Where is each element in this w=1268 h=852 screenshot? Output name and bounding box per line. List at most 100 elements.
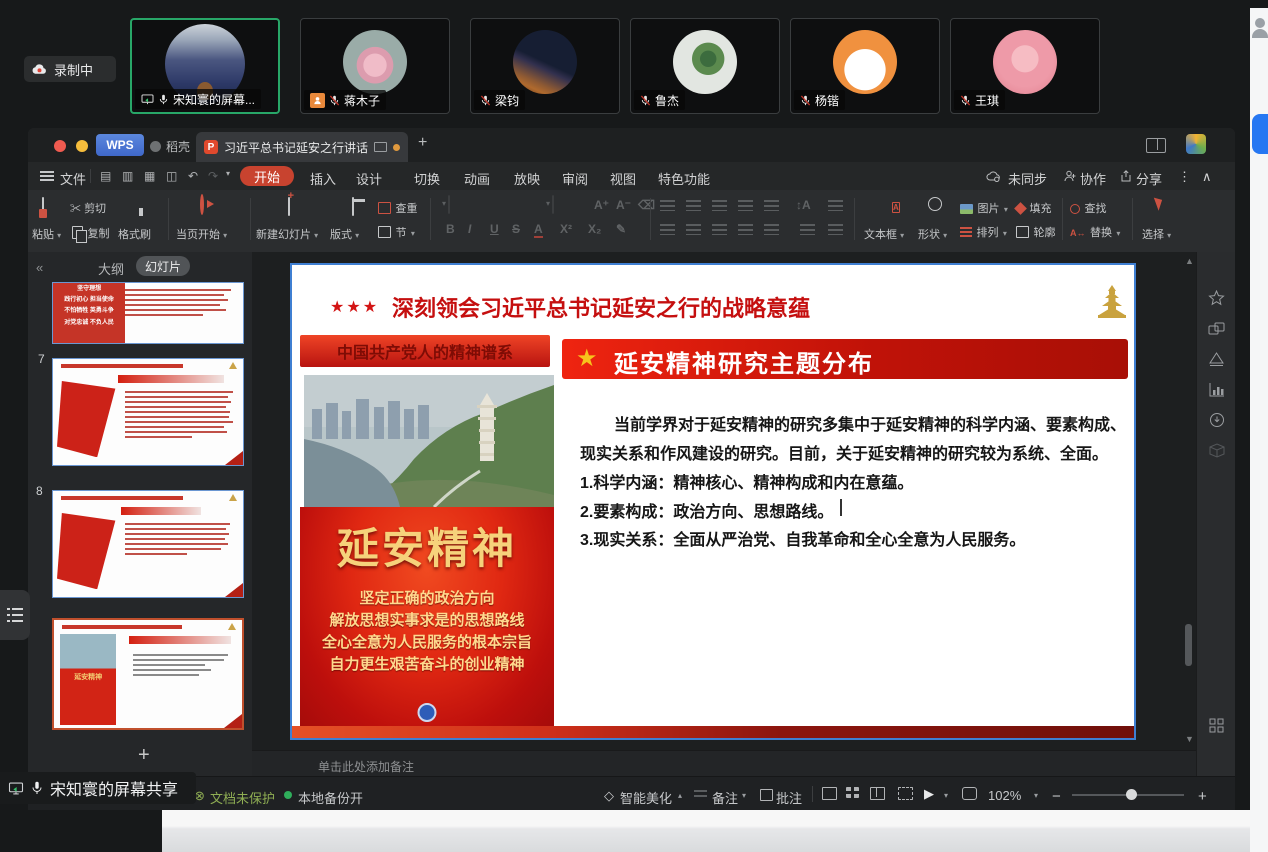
slideshow-play-button[interactable]: ▶: [924, 786, 934, 802]
increase-indent-icon[interactable]: [738, 200, 753, 211]
save-icon[interactable]: ▤: [100, 169, 111, 183]
protect-status[interactable]: 文档未保护: [210, 788, 275, 807]
participant-tile[interactable]: 梁钧: [470, 18, 620, 114]
cut-button[interactable]: ✂ 剪切: [70, 200, 106, 216]
download-tool-icon[interactable]: [1209, 412, 1225, 428]
italic-button[interactable]: I: [468, 222, 471, 236]
select-icon[interactable]: [1154, 195, 1165, 211]
view-read-icon[interactable]: [870, 787, 885, 800]
align-left-icon[interactable]: [660, 224, 675, 235]
redo-icon[interactable]: ↷: [208, 169, 218, 183]
font-color-button[interactable]: A: [534, 222, 543, 238]
layout-button[interactable]: 版式 ▾: [330, 226, 359, 242]
increase-font-icon[interactable]: A⁺: [594, 198, 609, 212]
participant-tile[interactable]: 杨锴: [790, 18, 940, 114]
tab-slideshow[interactable]: 放映: [514, 169, 540, 188]
window-split-icon[interactable]: [1146, 138, 1166, 153]
backup-status[interactable]: 本地备份开: [298, 788, 363, 807]
chart-tool-icon[interactable]: [1209, 382, 1225, 397]
tab-view[interactable]: 视图: [610, 169, 636, 188]
notes-toggle-icon[interactable]: [694, 790, 707, 800]
play-from-current-icon[interactable]: [200, 194, 204, 215]
decrease-indent-icon[interactable]: [712, 200, 727, 211]
main-menu-icon[interactable]: [40, 171, 54, 181]
play-caret-icon[interactable]: ▾: [944, 791, 948, 800]
effects-star-icon[interactable]: [1208, 290, 1225, 307]
tab-animation[interactable]: 动画: [464, 169, 490, 188]
tab-design[interactable]: 设计: [356, 169, 382, 188]
materials-icon[interactable]: [1208, 352, 1225, 367]
comment-icon[interactable]: [760, 789, 773, 801]
more-menu-icon[interactable]: ⋮: [1178, 169, 1191, 185]
collaborate-icon[interactable]: [1064, 170, 1076, 182]
textbox-button[interactable]: 文本框 ▾: [864, 226, 904, 242]
panel-pull-tab[interactable]: [1252, 114, 1268, 154]
cloud-sync-icon[interactable]: [986, 170, 1000, 182]
close-window-button[interactable]: [54, 140, 66, 152]
picture-button[interactable]: 图片 ▾: [960, 199, 1008, 217]
tab-docer[interactable]: 稻壳: [150, 135, 190, 157]
slide-thumbnail-partial[interactable]: 坚守理想 践行初心 担当使命 不怕牺牲 英勇斗争 对党忠诚 不负人民: [52, 282, 244, 344]
vertical-align-icon[interactable]: [800, 224, 815, 235]
resources-box-icon[interactable]: [1209, 443, 1225, 458]
quickbar-caret-icon[interactable]: ▾: [226, 169, 230, 178]
participant-tile-active[interactable]: 宋知寰的屏幕...: [130, 18, 280, 114]
view-sorter-icon[interactable]: [846, 787, 859, 798]
layout-icon[interactable]: [352, 197, 354, 216]
numbered-list-icon[interactable]: [686, 200, 701, 211]
sync-status[interactable]: 未同步: [1008, 169, 1047, 188]
zoom-caret-icon[interactable]: ▾: [1034, 791, 1038, 800]
tab-outline[interactable]: 大纲: [98, 259, 124, 278]
scrollbar-thumb[interactable]: [1185, 624, 1192, 666]
collaborate-label[interactable]: 协作: [1080, 169, 1106, 188]
check-duplicate-button[interactable]: 查重: [378, 199, 417, 217]
collapse-ribbon-icon[interactable]: ∧: [1202, 169, 1212, 185]
menu-file[interactable]: 文件: [60, 169, 86, 188]
tab-document[interactable]: P 习近平总书记延安之行讲话导读: [196, 132, 408, 162]
objects-icon[interactable]: [1208, 322, 1225, 337]
participants-panel-icon[interactable]: [1255, 18, 1265, 28]
notes-caret-icon[interactable]: ▾: [742, 791, 746, 800]
print-icon[interactable]: ▦: [144, 169, 155, 183]
columns-icon[interactable]: [828, 200, 843, 211]
beautify-icon[interactable]: ◇: [604, 788, 614, 804]
new-slide-icon[interactable]: [288, 197, 290, 216]
tab-slides[interactable]: 幻灯片: [136, 256, 190, 276]
current-slide[interactable]: ★★★ 深刻领会习近平总书记延安之行的战略意蕴 中国共产党人的精神谱系 延安精神: [290, 263, 1136, 740]
shapes-button[interactable]: 形状 ▾: [918, 226, 947, 242]
tab-special-features[interactable]: 特色功能: [658, 169, 710, 188]
superscript-button[interactable]: X²: [560, 222, 572, 236]
cast-icon[interactable]: [898, 787, 913, 800]
zoom-in-button[interactable]: +: [1198, 788, 1207, 805]
slide-thumbnail-9-selected[interactable]: 延安精神: [52, 618, 244, 730]
add-slide-button[interactable]: +: [138, 744, 150, 767]
align-right-icon[interactable]: [712, 224, 727, 235]
beautify-caret-icon[interactable]: ▴: [678, 791, 682, 800]
decrease-font-icon[interactable]: A⁻: [616, 198, 631, 212]
new-tab-button[interactable]: +: [418, 134, 427, 152]
strikethrough-button[interactable]: S: [512, 222, 520, 236]
find-button[interactable]: 查找: [1070, 199, 1106, 217]
tab-transition[interactable]: 切换: [414, 169, 440, 188]
comment-button[interactable]: 批注: [776, 788, 802, 807]
play-from-current-button[interactable]: 当页开始 ▾: [176, 226, 227, 242]
select-button[interactable]: 选择 ▾: [1142, 226, 1171, 242]
notes-bar[interactable]: 单击此处添加备注: [252, 750, 1196, 777]
notes-toggle[interactable]: 备注: [712, 788, 738, 807]
minimize-window-button[interactable]: [76, 140, 88, 152]
align-center-icon[interactable]: [686, 224, 701, 235]
font-size-select[interactable]: [552, 195, 554, 214]
subscript-button[interactable]: X₂: [588, 222, 601, 236]
participant-tile[interactable]: 王琪: [950, 18, 1100, 114]
line-spacing-icon[interactable]: [764, 200, 779, 211]
paste-icon[interactable]: [42, 197, 44, 216]
scroll-down-icon[interactable]: ▼: [1185, 734, 1194, 744]
tab-review[interactable]: 审阅: [562, 169, 588, 188]
text-direction-icon[interactable]: ↕A: [796, 198, 811, 212]
zoom-level[interactable]: 102%: [988, 788, 1021, 803]
collapse-panel-icon[interactable]: «: [36, 260, 43, 275]
grid-view-icon[interactable]: [1209, 718, 1224, 733]
underline-button[interactable]: U: [490, 222, 499, 236]
distribute-icon[interactable]: [764, 224, 779, 235]
wps-home-button[interactable]: WPS: [96, 134, 144, 156]
